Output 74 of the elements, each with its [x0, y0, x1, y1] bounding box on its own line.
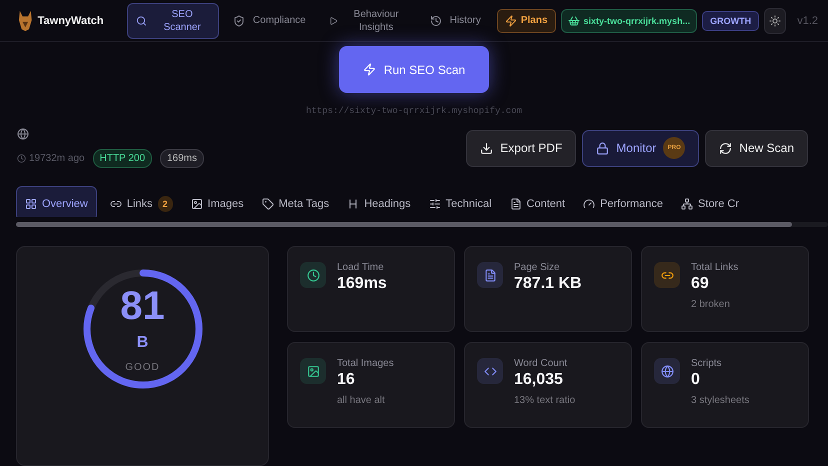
heading-icon [347, 198, 360, 210]
scan-url: https://sixty-two-qrrxijrk.myshopify.com [306, 106, 522, 116]
tab[interactable]: Technical [420, 186, 501, 217]
score-label: GOOD [125, 362, 160, 372]
shield-icon [232, 14, 245, 27]
lock-icon [596, 142, 610, 155]
score-value: 81 [120, 286, 165, 326]
nav-item[interactable]: SEO Scanner [126, 2, 219, 39]
stat-label: Page Size [514, 262, 561, 273]
code-icon [484, 364, 496, 378]
basket-icon [568, 14, 580, 27]
lightning-icon [362, 63, 376, 76]
export-button[interactable]: Export PDF [466, 130, 576, 167]
nav-item[interactable]: Behaviour Insights [320, 6, 416, 35]
tab[interactable]: Headings [338, 186, 420, 217]
stat-note: all have alt [337, 395, 386, 406]
download-icon [480, 142, 494, 155]
scrollbar-thumb[interactable] [16, 222, 792, 227]
stat-label: Total Images [337, 358, 394, 369]
globe-icon [660, 364, 674, 378]
stat-value: 169ms [337, 275, 387, 293]
stat-value: 0 [691, 371, 701, 389]
scan-age: 19732m ago [17, 153, 85, 164]
stat-label: Total Links [691, 262, 738, 273]
stat-value: 787.1 KB [514, 275, 582, 293]
globe-icon [17, 128, 29, 140]
history-icon [430, 14, 442, 27]
count-badge: 2 [158, 196, 173, 212]
stat-value: 69 [691, 275, 710, 293]
tab[interactable]: Meta Tags [252, 186, 338, 217]
nav-item[interactable]: Compliance [224, 13, 315, 28]
play-icon [328, 14, 338, 27]
tab[interactable]: Store Cr [672, 186, 748, 217]
version-label: v1.2 [797, 14, 818, 27]
tab[interactable]: Images [182, 186, 253, 217]
stat-label: Load Time [337, 262, 385, 273]
sliders-icon [428, 198, 441, 210]
image-icon [190, 198, 203, 210]
tab[interactable]: Links 2 [100, 186, 182, 217]
search-icon [136, 14, 147, 27]
stat-note: 2 broken [691, 299, 731, 310]
sun-icon [769, 14, 782, 27]
new-scan-button[interactable]: New Scan [705, 130, 808, 167]
stat-value: 16 [337, 371, 356, 389]
network-icon [681, 198, 694, 210]
tag-icon [262, 198, 274, 210]
clock-icon [17, 154, 26, 164]
stat-value: 16,035 [514, 371, 564, 389]
tab[interactable]: Performance [574, 186, 672, 217]
response-time-pill: 169ms [160, 149, 204, 168]
stat-note: 3 stylesheets [691, 395, 750, 406]
image-icon [306, 364, 320, 378]
gauge-icon [583, 198, 596, 210]
theme-button[interactable] [764, 8, 786, 34]
brand-name: TawnyWatch [38, 14, 104, 27]
document-icon [484, 268, 496, 282]
stat-label: Word Count [514, 358, 568, 369]
run-scan-button[interactable]: Run SEO Scan [338, 46, 490, 94]
plan-badge: GROWTH [702, 10, 760, 31]
lightning-icon [504, 14, 517, 27]
store-selector[interactable]: sixty-two-qrrxijrk.mysh... [560, 8, 698, 33]
stat-label: Scripts [691, 358, 723, 369]
plans-button[interactable]: Plans [496, 8, 556, 33]
refresh-icon [719, 142, 732, 155]
fox-logo-icon [18, 10, 33, 32]
clock-icon [306, 268, 320, 282]
tab[interactable]: Content [500, 186, 574, 217]
nav-item[interactable]: History [420, 13, 490, 28]
document-icon [510, 198, 522, 210]
stat-note: 13% text ratio [514, 395, 576, 406]
status-pill: HTTP 200 [92, 149, 152, 168]
score-grade: B [136, 334, 148, 352]
tab[interactable]: Overview [16, 186, 97, 217]
grid-icon [25, 198, 37, 210]
